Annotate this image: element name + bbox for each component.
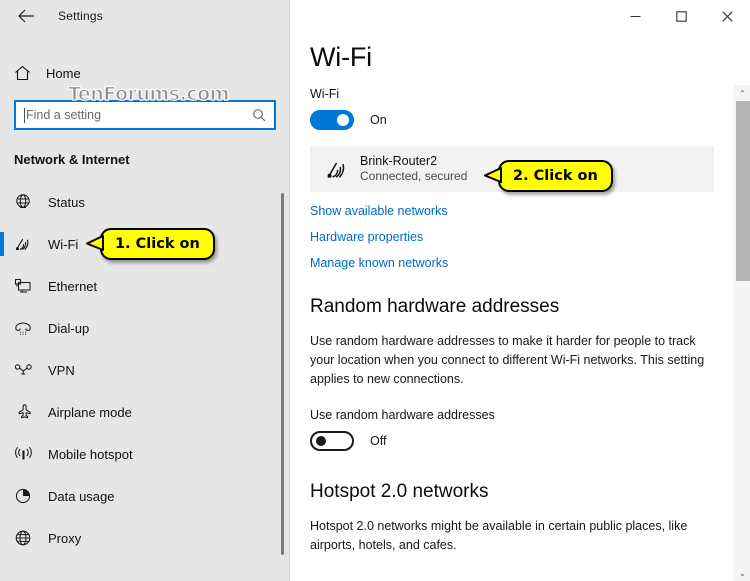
vpn-key-icon	[14, 363, 42, 377]
sidebar-item-airplane-mode[interactable]: Airplane mode	[0, 391, 290, 433]
sidebar-item-wifi-label: Wi-Fi	[48, 236, 79, 252]
sidebar-item-status-label: Status	[48, 194, 85, 210]
sidebar-item-dialup-label: Dial-up	[48, 320, 90, 336]
sidebar-item-ethernet[interactable]: Ethernet	[0, 265, 290, 307]
text-caret	[24, 107, 25, 123]
main-content: Wi-Fi Wi-Fi On Brink-Router2 Connected, …	[290, 0, 750, 581]
sidebar-scrollbar-thumb[interactable]	[281, 193, 284, 555]
sidebar-item-mobile-hotspot[interactable]: Mobile hotspot	[0, 433, 290, 475]
home-icon	[14, 65, 40, 81]
scroll-down-arrow-icon[interactable]: ⌄	[735, 565, 750, 581]
back-arrow-icon[interactable]	[14, 4, 38, 28]
sidebar-item-vpn[interactable]: VPN	[0, 349, 290, 391]
network-text: Brink-Router2 Connected, secured	[360, 154, 467, 185]
sidebar-item-vpn-label: VPN	[48, 362, 75, 378]
callout-step-1-text: 1. Click on	[115, 236, 200, 252]
window-titlebar: Settings	[0, 0, 290, 32]
wifi-connected-icon	[320, 159, 354, 180]
link-manage-known-networks[interactable]: Manage known networks	[310, 256, 448, 270]
sidebar-item-dialup[interactable]: Dial-up	[0, 307, 290, 349]
wifi-toggle-row: On	[310, 110, 724, 130]
search-input[interactable]	[26, 108, 252, 122]
window-title: Settings	[58, 9, 103, 23]
scrollbar-thumb[interactable]	[736, 101, 750, 281]
maximize-button[interactable]	[658, 0, 704, 32]
network-name: Brink-Router2	[360, 153, 438, 168]
callout-step-2-text: 2. Click on	[513, 168, 598, 184]
callout-step-2: 2. Click on	[484, 160, 613, 192]
random-hw-toggle-state: Off	[370, 434, 387, 449]
wifi-toggle[interactable]	[310, 110, 354, 130]
window-controls	[612, 0, 750, 32]
selection-indicator	[0, 232, 4, 256]
sidebar-item-proxy-label: Proxy	[48, 530, 82, 546]
close-button[interactable]	[704, 0, 750, 32]
pie-chart-icon	[14, 487, 42, 505]
link-show-available-networks[interactable]: Show available networks	[310, 204, 448, 218]
globe-proxy-icon	[14, 529, 42, 547]
hotspot-description: Hotspot 2.0 networks might be available …	[310, 519, 688, 552]
sidebar-item-status[interactable]: Status	[0, 181, 290, 223]
dialup-phone-icon	[14, 320, 42, 336]
airplane-icon	[14, 403, 42, 421]
sidebar-item-home[interactable]: Home	[0, 58, 290, 88]
random-hardware-addresses-heading: Random hardware addresses	[310, 296, 560, 317]
search-box[interactable]	[14, 100, 276, 130]
wifi-toggle-state: On	[370, 113, 387, 127]
link-hardware-properties[interactable]: Hardware properties	[310, 230, 423, 244]
sidebar-item-ethernet-label: Ethernet	[48, 278, 98, 294]
sidebar-category-title: Network & Internet	[14, 152, 130, 167]
random-hw-toggle-label: Use random hardware addresses	[310, 408, 495, 423]
sidebar-item-data-usage[interactable]: Data usage	[0, 475, 290, 517]
settings-window: Settings Home TenForums.c	[0, 0, 750, 581]
minimize-button[interactable]	[612, 0, 658, 32]
random-hardware-addresses-description: Use random hardware addresses to make it…	[310, 334, 705, 386]
globe-status-icon	[14, 193, 42, 211]
toggle-knob	[316, 436, 326, 447]
toggle-knob	[337, 114, 349, 126]
wifi-icon	[14, 236, 42, 252]
sidebar-item-mobile-hotspot-label: Mobile hotspot	[48, 446, 133, 462]
page-title: Wi-Fi	[310, 42, 372, 72]
sidebar-item-airplane-mode-label: Airplane mode	[48, 404, 132, 420]
search-icon[interactable]	[252, 108, 266, 122]
hotspot-heading: Hotspot 2.0 networks	[310, 481, 489, 503]
search-area: TenForums.com	[14, 82, 276, 130]
scroll-up-arrow-icon[interactable]: ⌃	[735, 85, 750, 101]
sidebar-item-proxy[interactable]: Proxy	[0, 517, 290, 559]
wifi-toggle-label: Wi-Fi	[310, 87, 340, 101]
content-scrollbar[interactable]: ⌃ ⌄	[734, 85, 750, 581]
sidebar-item-data-usage-label: Data usage	[48, 488, 115, 504]
callout-step-1: 1. Click on	[86, 228, 215, 260]
random-hardware-addresses-toggle[interactable]	[310, 431, 354, 452]
sidebar: Settings Home TenForums.c	[0, 0, 290, 581]
random-hw-toggle-row: Off	[310, 431, 724, 452]
network-status: Connected, secured	[360, 169, 468, 184]
mobile-hotspot-icon	[14, 446, 42, 462]
ethernet-icon	[14, 278, 42, 295]
sidebar-item-home-label: Home	[46, 65, 81, 81]
